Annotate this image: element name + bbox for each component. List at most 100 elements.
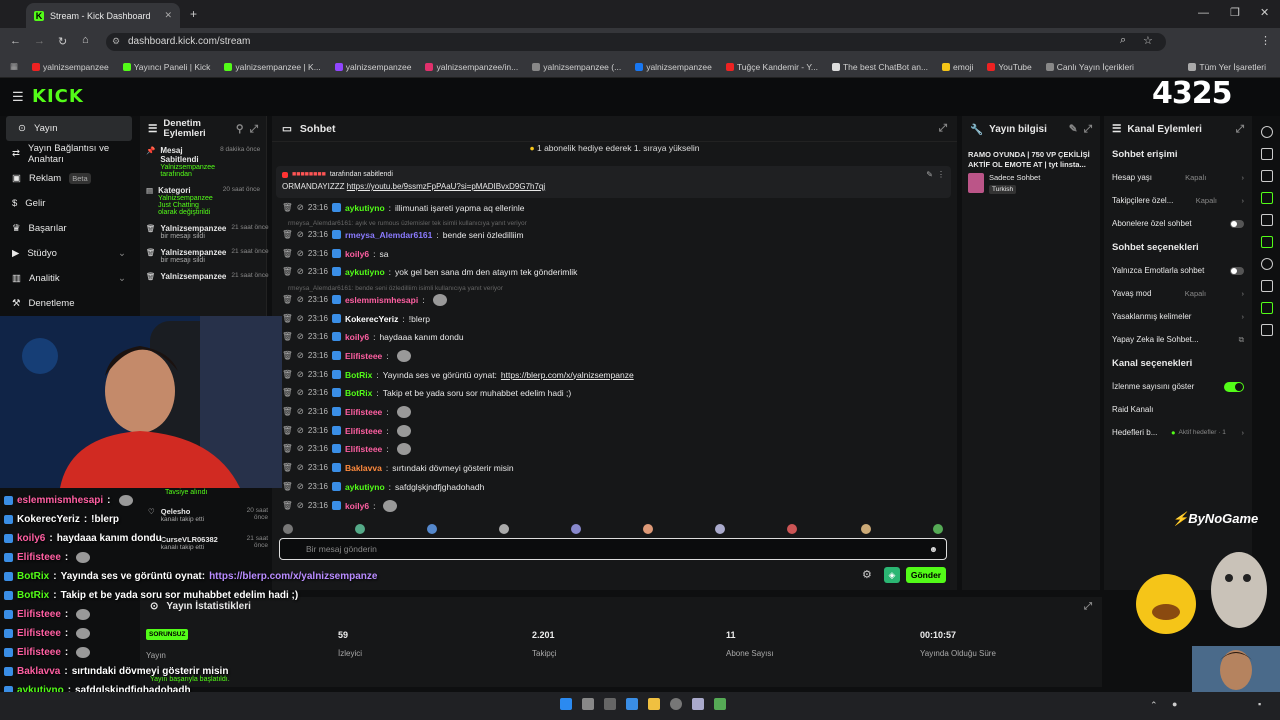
delete-icon[interactable]: 🗑 [282,500,293,511]
chat-username[interactable]: BotRix [345,370,372,380]
setting-show-viewcount[interactable]: İzlenme sayısını göster [1104,375,1252,398]
url-field[interactable]: dashboard.kick.com/stream [106,33,1166,51]
bot-icon[interactable]: ◈ [884,567,900,583]
delete-icon[interactable]: 🗑 [282,369,293,380]
emoji-icon[interactable]: ☻ [929,539,938,559]
popout-icon[interactable]: ⤢ [939,122,947,135]
timeout-icon[interactable]: ⊘ [297,266,304,277]
sidebar-item-stream-key[interactable]: ⇄ Yayın Bağlantısı ve Anahtarı [0,141,138,166]
delete-icon[interactable]: 🗑 [282,313,293,324]
bookmark-item[interactable]: YouTube [987,62,1032,72]
timeout-icon[interactable]: ⊘ [297,462,304,473]
chat-username[interactable]: BotRix [345,388,372,398]
toggle-switch[interactable] [1230,219,1244,228]
delete-icon[interactable]: 🗑 [282,202,293,213]
setting-raid-channel[interactable]: Raid Kanalı [1104,398,1252,421]
tray-icon[interactable]: ▪ [1258,699,1261,709]
delete-icon[interactable]: 🗑 [282,443,293,454]
forward-icon[interactable]: → [34,35,45,47]
delete-icon[interactable]: 🗑 [282,425,293,436]
chat-username[interactable]: Elifisteee [345,426,382,436]
site-info-icon[interactable]: ⚙ [112,36,120,47]
search-icon[interactable] [582,698,594,710]
edit-icon[interactable]: ✎ [1069,123,1078,135]
chat-username[interactable]: Elifisteee [345,351,382,361]
delete-icon[interactable]: 🗑 [282,294,293,305]
filter-icon[interactable]: ⚲ [236,123,244,135]
chat-username[interactable]: Elifisteee [345,444,382,454]
setting-followers-only[interactable]: Takipçilere özel... Kapalı › [1104,189,1252,212]
store-icon[interactable] [626,698,638,710]
mic-icon[interactable]: ● [1172,699,1177,709]
edit-icon[interactable] [1261,148,1273,160]
tab-close-icon[interactable]: ✕ [164,10,172,21]
sidebar-item-analytics[interactable]: ▥ Analitik ⌄ [0,266,138,291]
bookmark-item[interactable]: Tuğçe Kandemir - Y... [725,62,818,72]
bookmark-star-icon[interactable]: ☆ [1143,34,1153,47]
bookmark-item[interactable]: yalnizsempanzee [32,62,109,72]
puzzle-icon[interactable] [1261,324,1273,336]
send-button[interactable]: Gönder [906,567,946,583]
bookmark-item[interactable]: yalnizsempanzee [334,62,411,72]
setting-emote-only[interactable]: Yalnızca Emotlarla sohbet [1104,259,1252,282]
bookmark-item[interactable]: yalnizsempanzee/in... [425,62,518,72]
timeout-icon[interactable]: ⊘ [297,481,304,492]
chat-username[interactable]: koily6 [345,249,369,259]
start-icon[interactable] [560,698,572,710]
timeout-icon[interactable]: ⊘ [297,443,304,454]
list-icon[interactable] [1261,214,1273,226]
timeout-icon[interactable]: ⊘ [297,331,304,342]
timeout-icon[interactable]: ⊘ [297,248,304,259]
timeout-icon[interactable]: ⊘ [297,387,304,398]
delete-icon[interactable]: 🗑 [282,481,293,492]
obs-icon[interactable] [670,698,682,710]
bookmark-item[interactable]: yalnizsempanzee (... [532,62,621,72]
chat-username[interactable]: Elifisteee [345,407,382,417]
chat-input[interactable]: Bir mesaj gönderin ☻ [279,538,947,560]
expand-icon[interactable]: ⤢ [1084,601,1092,612]
new-tab-icon[interactable]: + [190,7,197,21]
chat-icon[interactable] [1261,236,1273,248]
delete-icon[interactable]: 🗑 [282,229,293,240]
toggle-switch[interactable] [1230,266,1244,275]
close-window-icon[interactable]: ✕ [1260,6,1269,19]
timeout-icon[interactable]: ⊘ [297,350,304,361]
home-icon[interactable]: ⌂ [82,34,89,46]
bookmark-item[interactable]: Canlı Yayın İçerikleri [1045,62,1134,72]
delete-icon[interactable]: 🗑 [282,248,293,259]
chat-username[interactable]: koily6 [345,501,369,511]
timeout-icon[interactable]: ⊘ [297,313,304,324]
delete-icon[interactable]: 🗑 [282,462,293,473]
sidebar-item-achievements[interactable]: ♛ Başarılar [0,216,138,241]
bookmark-item[interactable]: The best ChatBot an... [831,62,928,72]
timeout-icon[interactable]: ⊘ [297,406,304,417]
toggle-switch[interactable] [1224,381,1244,392]
maximize-icon[interactable]: ❐ [1230,6,1240,19]
chat-username[interactable]: aykutiyno [345,203,385,213]
bookmark-item[interactable]: Yayıncı Paneli | Kick [122,62,210,72]
menu-icon[interactable]: ⋮ [1260,34,1271,47]
setting-ai-chat[interactable]: Yapay Zeka ile Sohbet... ⧉ [1104,328,1252,351]
expand-icon[interactable]: ⤢ [250,123,258,136]
more-icon[interactable]: ⋮ [937,170,945,179]
browser-tab[interactable]: K Stream - Kick Dashboard ✕ [26,3,180,28]
message-link[interactable]: https://blerp.com/x/yalnizsempanze [501,370,634,380]
delete-icon[interactable]: 🗑 [282,406,293,417]
timeout-icon[interactable]: ⊘ [297,294,304,305]
delete-icon[interactable]: 🗑 [282,266,293,277]
timeout-icon[interactable]: ⊘ [297,425,304,436]
timeout-icon[interactable]: ⊘ [297,229,304,240]
bookmark-item[interactable]: yalnizsempanzee | K... [224,62,321,72]
wrench-icon[interactable] [1261,302,1273,314]
minimize-icon[interactable]: — [1198,7,1209,19]
info-icon[interactable] [1261,126,1273,138]
timeout-icon[interactable]: ⊘ [297,500,304,511]
zoom-icon[interactable]: ⌕ [1120,34,1126,47]
kick-logo[interactable]: KICK [32,86,84,107]
tray-arrow-icon[interactable]: ⌃ [1150,700,1158,711]
reload-icon[interactable]: ↻ [58,35,67,48]
sidebar-item-studio[interactable]: ▶ Stüdyo ⌄ [0,241,138,266]
delete-icon[interactable]: 🗑 [282,350,293,361]
chat-username[interactable]: aykutiyno [345,482,385,492]
chat-username[interactable]: eslemmismhesapi [345,295,418,305]
